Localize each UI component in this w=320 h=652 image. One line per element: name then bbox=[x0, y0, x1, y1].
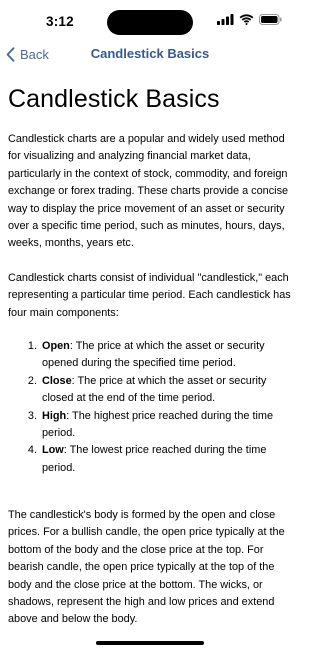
list-item-open: Open: The price at which the asset or se… bbox=[40, 338, 292, 373]
navigation-bar: Back Candlestick Basics bbox=[0, 40, 300, 68]
body-explanation-paragraph: The candlestick's body is formed by the … bbox=[8, 509, 285, 626]
components-list: Open: The price at which the asset or se… bbox=[8, 338, 292, 477]
component-term: Close bbox=[42, 374, 72, 387]
component-description: : The lowest price reached during the ti… bbox=[42, 444, 267, 474]
status-time: 3:12 bbox=[46, 14, 74, 29]
component-description: : The highest price reached during the t… bbox=[42, 409, 274, 439]
component-term: Low bbox=[42, 444, 64, 457]
component-description: : The price at which the asset or securi… bbox=[42, 340, 265, 370]
component-description: : The price at which the asset or securi… bbox=[42, 374, 267, 405]
list-item-low: Low: The lowest price reached during the… bbox=[40, 442, 292, 477]
article-content: Candlestick Basics Candlestick charts ar… bbox=[8, 82, 292, 629]
intro-paragraph: Candlestick charts are a popular and wid… bbox=[8, 133, 289, 250]
component-term: High bbox=[42, 409, 67, 422]
status-bar: 3:12 bbox=[0, 0, 300, 44]
nav-title: Candlestick Basics bbox=[90, 46, 210, 61]
battery-icon bbox=[259, 14, 282, 25]
list-item-high: High: The highest price reached during t… bbox=[40, 408, 292, 443]
list-item-close: Close: The price at which the asset or s… bbox=[40, 373, 292, 408]
component-term: Open bbox=[42, 340, 70, 353]
page-title: Candlestick Basics bbox=[8, 85, 220, 113]
status-icons bbox=[217, 14, 282, 25]
dynamic-island bbox=[107, 10, 193, 35]
wifi-icon bbox=[239, 14, 254, 25]
cellular-signal-icon bbox=[217, 14, 234, 25]
components-intro-paragraph: Candlestick charts consist of individual… bbox=[8, 271, 291, 319]
home-indicator[interactable] bbox=[96, 641, 204, 645]
